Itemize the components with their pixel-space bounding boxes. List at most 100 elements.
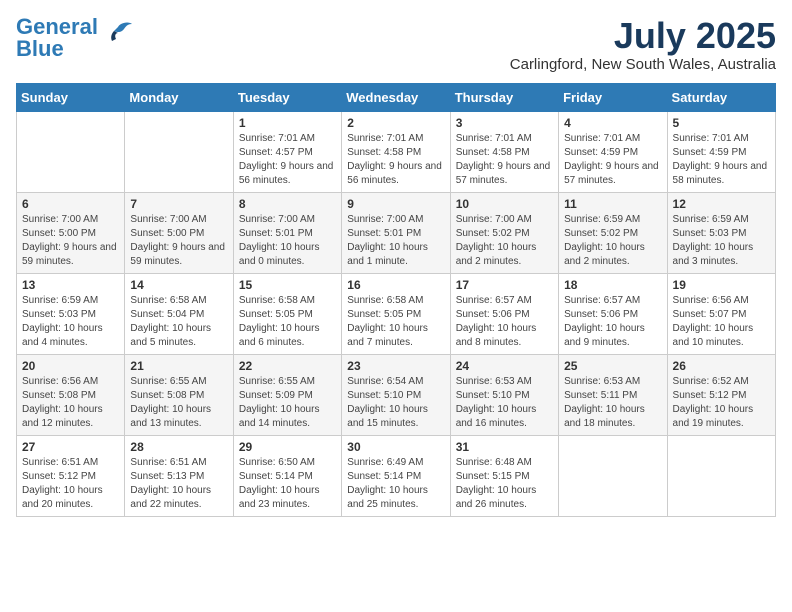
- calendar-cell: 5 Sunrise: 7:01 AMSunset: 4:59 PMDaylight…: [667, 111, 775, 192]
- day-number: 27: [22, 440, 119, 454]
- day-info: Sunrise: 6:56 AMSunset: 5:07 PMDaylight:…: [673, 294, 770, 350]
- day-number: 6: [22, 197, 119, 211]
- weekday-header-tuesday: Tuesday: [233, 83, 341, 111]
- calendar-cell: 9 Sunrise: 7:00 AMSunset: 5:01 PMDaylight…: [342, 192, 450, 273]
- day-number: 16: [347, 278, 444, 292]
- calendar-cell: 11Sunrise: 6:59 AMSunset: 5:02 PMDayligh…: [559, 192, 667, 273]
- day-info: Sunrise: 6:57 AMSunset: 5:06 PMDaylight:…: [564, 294, 661, 350]
- calendar-cell: 25Sunrise: 6:53 AMSunset: 5:11 PMDayligh…: [559, 354, 667, 435]
- calendar-cell: [17, 111, 125, 192]
- calendar-cell: [667, 435, 775, 516]
- day-number: 20: [22, 359, 119, 373]
- calendar-cell: 17Sunrise: 6:57 AMSunset: 5:06 PMDayligh…: [450, 273, 558, 354]
- day-info: Sunrise: 6:50 AMSunset: 5:14 PMDaylight:…: [239, 456, 336, 512]
- calendar-cell: 20 Sunrise: 6:56 AMSunset: 5:08 PMDayligh…: [17, 354, 125, 435]
- day-number: 26: [673, 359, 770, 373]
- day-info: Sunrise: 7:00 AMSunset: 5:00 PMDaylight:…: [130, 213, 227, 269]
- day-info: Sunrise: 6:58 AMSunset: 5:05 PMDaylight:…: [239, 294, 336, 350]
- day-info: Sunrise: 6:58 AMSunset: 5:05 PMDaylight:…: [347, 294, 444, 350]
- calendar-header-row: SundayMondayTuesdayWednesdayThursdayFrid…: [17, 83, 776, 111]
- day-number: 2: [347, 116, 444, 130]
- day-number: 30: [347, 440, 444, 454]
- calendar-cell: 15Sunrise: 6:58 AMSunset: 5:05 PMDayligh…: [233, 273, 341, 354]
- calendar-cell: 2 Sunrise: 7:01 AMSunset: 4:58 PMDaylight…: [342, 111, 450, 192]
- day-info: Sunrise: 7:01 AMSunset: 4:59 PMDaylight:…: [673, 132, 770, 188]
- weekday-header-wednesday: Wednesday: [342, 83, 450, 111]
- calendar-cell: [559, 435, 667, 516]
- day-number: 22: [239, 359, 336, 373]
- day-number: 7: [130, 197, 227, 211]
- day-info: Sunrise: 7:00 AMSunset: 5:02 PMDaylight:…: [456, 213, 553, 269]
- day-info: Sunrise: 7:01 AMSunset: 4:59 PMDaylight:…: [564, 132, 661, 188]
- day-number: 14: [130, 278, 227, 292]
- calendar-week-row: 27 Sunrise: 6:51 AMSunset: 5:12 PMDayligh…: [17, 435, 776, 516]
- weekday-header-saturday: Saturday: [667, 83, 775, 111]
- calendar-cell: 27 Sunrise: 6:51 AMSunset: 5:12 PMDayligh…: [17, 435, 125, 516]
- calendar-cell: 4 Sunrise: 7:01 AMSunset: 4:59 PMDaylight…: [559, 111, 667, 192]
- day-info: Sunrise: 6:57 AMSunset: 5:06 PMDaylight:…: [456, 294, 553, 350]
- day-number: 12: [673, 197, 770, 211]
- day-info: Sunrise: 7:00 AMSunset: 5:01 PMDaylight:…: [347, 213, 444, 269]
- day-info: Sunrise: 6:56 AMSunset: 5:08 PMDaylight:…: [22, 375, 119, 431]
- calendar-cell: [125, 111, 233, 192]
- weekday-header-thursday: Thursday: [450, 83, 558, 111]
- calendar-cell: 18 Sunrise: 6:57 AMSunset: 5:06 PMDayligh…: [559, 273, 667, 354]
- title-block: July 2025 Carlingford, New South Wales, …: [510, 16, 776, 73]
- day-info: Sunrise: 7:00 AMSunset: 5:00 PMDaylight:…: [22, 213, 119, 269]
- calendar-cell: 12 Sunrise: 6:59 AMSunset: 5:03 PMDayligh…: [667, 192, 775, 273]
- day-info: Sunrise: 6:54 AMSunset: 5:10 PMDaylight:…: [347, 375, 444, 431]
- calendar-cell: 14 Sunrise: 6:58 AMSunset: 5:04 PMDayligh…: [125, 273, 233, 354]
- day-number: 4: [564, 116, 661, 130]
- day-info: Sunrise: 6:48 AMSunset: 5:15 PMDaylight:…: [456, 456, 553, 512]
- day-info: Sunrise: 7:00 AMSunset: 5:01 PMDaylight:…: [239, 213, 336, 269]
- calendar-cell: 22 Sunrise: 6:55 AMSunset: 5:09 PMDayligh…: [233, 354, 341, 435]
- calendar-cell: 6 Sunrise: 7:00 AMSunset: 5:00 PMDaylight…: [17, 192, 125, 273]
- day-number: 31: [456, 440, 553, 454]
- day-number: 3: [456, 116, 553, 130]
- calendar-cell: 10Sunrise: 7:00 AMSunset: 5:02 PMDayligh…: [450, 192, 558, 273]
- day-info: Sunrise: 6:59 AMSunset: 5:02 PMDaylight:…: [564, 213, 661, 269]
- day-number: 28: [130, 440, 227, 454]
- day-number: 24: [456, 359, 553, 373]
- location-subtitle: Carlingford, New South Wales, Australia: [510, 56, 776, 73]
- calendar-cell: 21 Sunrise: 6:55 AMSunset: 5:08 PMDayligh…: [125, 354, 233, 435]
- day-number: 5: [673, 116, 770, 130]
- calendar-cell: 29 Sunrise: 6:50 AMSunset: 5:14 PMDayligh…: [233, 435, 341, 516]
- day-info: Sunrise: 6:52 AMSunset: 5:12 PMDaylight:…: [673, 375, 770, 431]
- day-info: Sunrise: 6:59 AMSunset: 5:03 PMDaylight:…: [673, 213, 770, 269]
- month-title: July 2025: [510, 16, 776, 56]
- day-info: Sunrise: 7:01 AMSunset: 4:58 PMDaylight:…: [456, 132, 553, 188]
- calendar-cell: 19 Sunrise: 6:56 AMSunset: 5:07 PMDayligh…: [667, 273, 775, 354]
- calendar-cell: 24 Sunrise: 6:53 AMSunset: 5:10 PMDayligh…: [450, 354, 558, 435]
- calendar-cell: 30Sunrise: 6:49 AMSunset: 5:14 PMDayligh…: [342, 435, 450, 516]
- calendar-cell: 3 Sunrise: 7:01 AMSunset: 4:58 PMDaylight…: [450, 111, 558, 192]
- page-header: General Blue July 2025 Carlingford, New …: [16, 16, 776, 73]
- day-info: Sunrise: 6:55 AMSunset: 5:08 PMDaylight:…: [130, 375, 227, 431]
- day-info: Sunrise: 6:53 AMSunset: 5:11 PMDaylight:…: [564, 375, 661, 431]
- calendar-week-row: 20 Sunrise: 6:56 AMSunset: 5:08 PMDayligh…: [17, 354, 776, 435]
- calendar-week-row: 13 Sunrise: 6:59 AMSunset: 5:03 PMDayligh…: [17, 273, 776, 354]
- calendar-cell: 28 Sunrise: 6:51 AMSunset: 5:13 PMDayligh…: [125, 435, 233, 516]
- day-number: 21: [130, 359, 227, 373]
- day-info: Sunrise: 7:01 AMSunset: 4:57 PMDaylight:…: [239, 132, 336, 188]
- day-info: Sunrise: 6:53 AMSunset: 5:10 PMDaylight:…: [456, 375, 553, 431]
- logo-bird-icon: [102, 19, 134, 47]
- day-info: Sunrise: 7:01 AMSunset: 4:58 PMDaylight:…: [347, 132, 444, 188]
- weekday-header-friday: Friday: [559, 83, 667, 111]
- day-number: 18: [564, 278, 661, 292]
- day-info: Sunrise: 6:59 AMSunset: 5:03 PMDaylight:…: [22, 294, 119, 350]
- day-number: 29: [239, 440, 336, 454]
- day-number: 13: [22, 278, 119, 292]
- calendar-week-row: 6 Sunrise: 7:00 AMSunset: 5:00 PMDaylight…: [17, 192, 776, 273]
- day-info: Sunrise: 6:51 AMSunset: 5:12 PMDaylight:…: [22, 456, 119, 512]
- calendar-cell: 13 Sunrise: 6:59 AMSunset: 5:03 PMDayligh…: [17, 273, 125, 354]
- calendar-cell: 1 Sunrise: 7:01 AMSunset: 4:57 PMDaylight…: [233, 111, 341, 192]
- day-info: Sunrise: 6:58 AMSunset: 5:04 PMDaylight:…: [130, 294, 227, 350]
- day-number: 1: [239, 116, 336, 130]
- calendar-cell: 8Sunrise: 7:00 AMSunset: 5:01 PMDaylight…: [233, 192, 341, 273]
- day-number: 19: [673, 278, 770, 292]
- calendar-week-row: 1 Sunrise: 7:01 AMSunset: 4:57 PMDaylight…: [17, 111, 776, 192]
- day-number: 9: [347, 197, 444, 211]
- day-info: Sunrise: 6:55 AMSunset: 5:09 PMDaylight:…: [239, 375, 336, 431]
- day-info: Sunrise: 6:51 AMSunset: 5:13 PMDaylight:…: [130, 456, 227, 512]
